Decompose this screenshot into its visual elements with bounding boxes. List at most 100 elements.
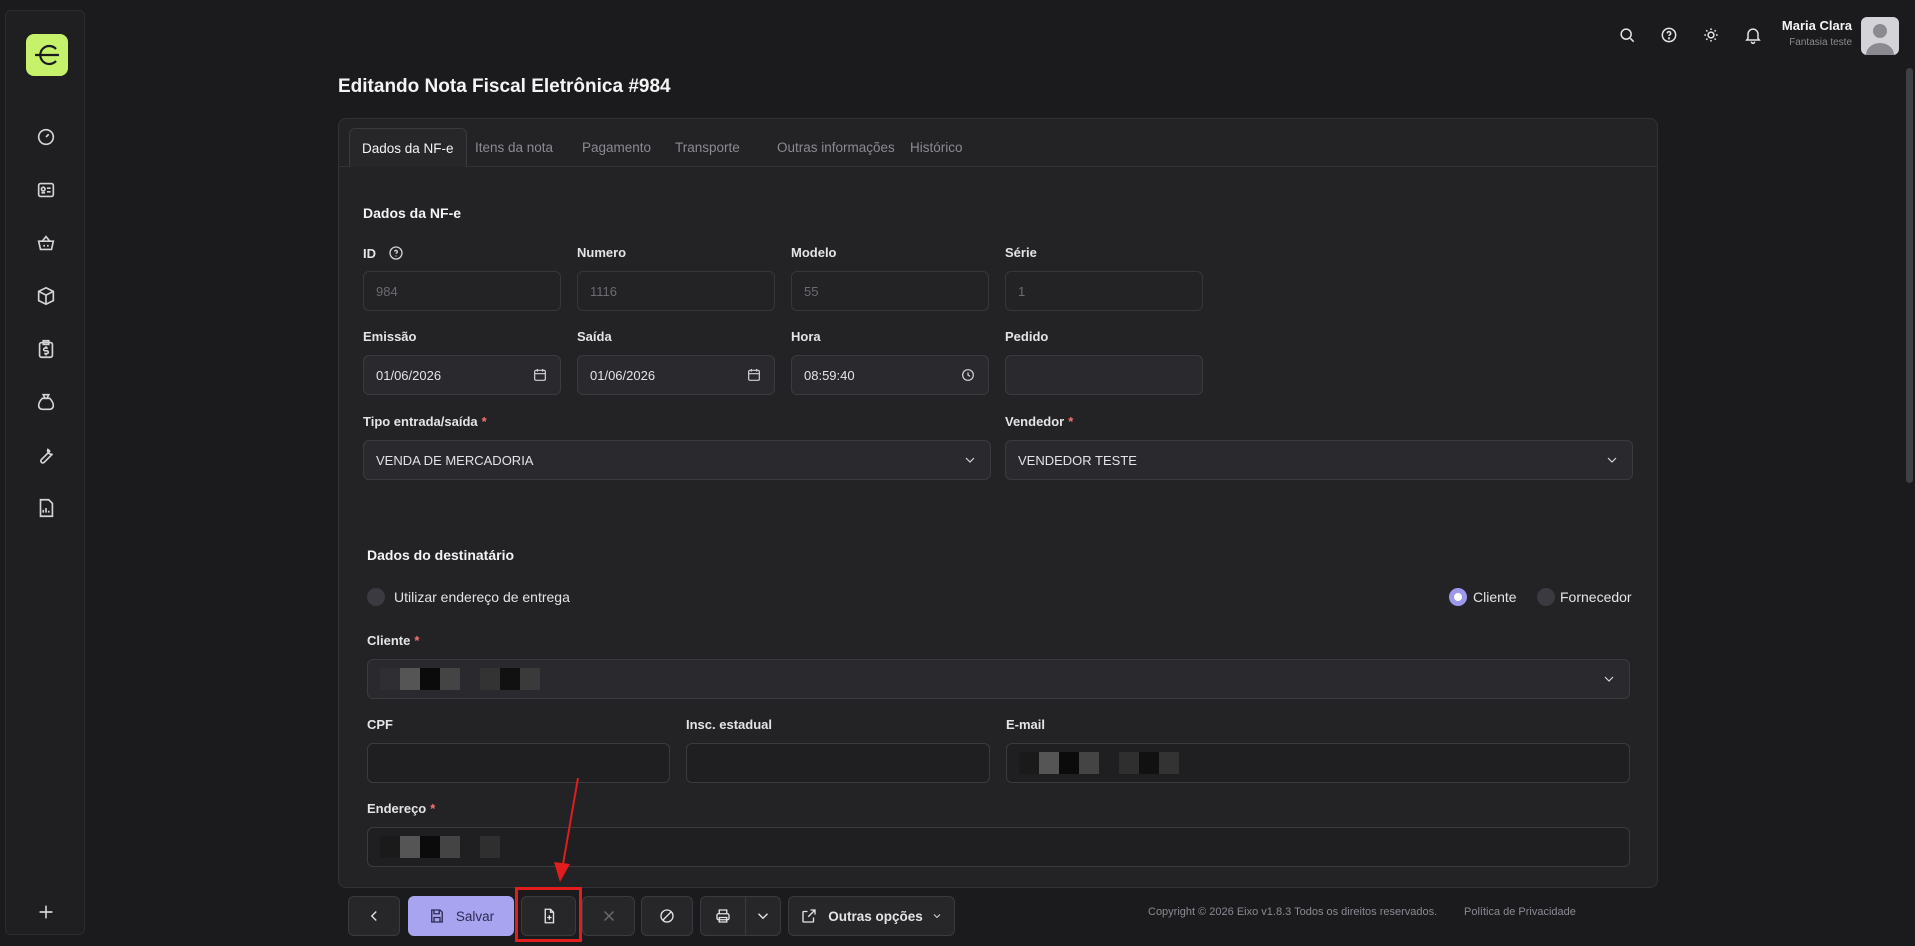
inscricao-estadual-field[interactable] <box>686 743 990 783</box>
tab-transporte[interactable]: Transporte <box>663 128 752 167</box>
save-label: Salvar <box>455 908 495 924</box>
basket-icon[interactable] <box>33 230 59 256</box>
dashboard-icon[interactable] <box>33 124 59 150</box>
block-button[interactable] <box>641 896 693 936</box>
money-bag-icon[interactable] <box>33 389 59 415</box>
cliente-label: Cliente * <box>367 633 419 648</box>
calendar-icon[interactable] <box>746 367 762 383</box>
chevron-down-icon <box>1601 671 1617 687</box>
emissao-date-field[interactable]: 01/06/2026 <box>363 355 561 395</box>
ban-icon <box>660 909 674 923</box>
cancel-button[interactable] <box>582 896 635 936</box>
redacted-endereco <box>380 836 500 858</box>
box-icon[interactable] <box>33 283 59 309</box>
nfe-form-card: Dados da NF-e Itens da nota Pagamento Tr… <box>338 118 1658 888</box>
cpf-field[interactable] <box>367 743 670 783</box>
ie-label: Insc. estadual <box>686 717 772 732</box>
pedido-label: Pedido <box>1005 329 1049 344</box>
tab-historico[interactable]: Histórico <box>898 128 975 167</box>
saida-date-field[interactable]: 01/06/2026 <box>577 355 775 395</box>
logo[interactable] <box>26 34 68 76</box>
radio-fornecedor[interactable] <box>1537 588 1555 606</box>
print-dropdown-toggle[interactable] <box>746 897 780 935</box>
tab-pagamento[interactable]: Pagamento <box>570 128 663 167</box>
wrench-icon[interactable] <box>33 442 59 468</box>
modelo-label: Modelo <box>791 245 837 260</box>
save-icon <box>430 909 443 923</box>
close-icon <box>603 911 614 921</box>
chevron-down-icon <box>1604 452 1620 468</box>
serie-label: Série <box>1005 245 1037 260</box>
emissao-label: Emissão <box>363 329 417 344</box>
radio-cliente[interactable] <box>1449 588 1467 606</box>
saida-label: Saída <box>577 329 612 344</box>
use-delivery-address-label: Utilizar endereço de entrega <box>394 589 570 605</box>
endereco-label: Endereço * <box>367 801 435 816</box>
emissao-value: 01/06/2026 <box>376 367 442 383</box>
scrollbar[interactable] <box>1906 68 1913 483</box>
save-button[interactable]: Salvar <box>408 896 514 936</box>
plus-icon[interactable] <box>33 899 59 925</box>
help-icon[interactable] <box>1656 22 1682 48</box>
redacted-email <box>1019 752 1179 774</box>
sun-icon[interactable] <box>1698 22 1724 48</box>
numero-field[interactable]: 1116 <box>577 271 775 311</box>
external-link-icon <box>802 909 816 923</box>
report-icon[interactable] <box>33 495 59 521</box>
use-delivery-address-checkbox[interactable] <box>367 588 385 606</box>
privacy-policy-link[interactable]: Política de Privacidade <box>1464 906 1576 918</box>
pedido-field[interactable] <box>1005 355 1203 395</box>
info-help-icon[interactable] <box>388 245 404 261</box>
serie-field[interactable]: 1 <box>1005 271 1203 311</box>
hora-time-field[interactable]: 08:59:40 <box>791 355 989 395</box>
tipo-value: VENDA DE MERCADORIA <box>376 452 534 468</box>
email-label: E-mail <box>1006 717 1046 732</box>
required-marker: * <box>414 633 420 648</box>
avatar[interactable] <box>1861 17 1899 55</box>
vendedor-select[interactable]: VENDEDOR TESTE <box>1005 440 1633 480</box>
required-marker: * <box>481 414 487 429</box>
page-title: Editando Nota Fiscal Eletrônica #984 <box>338 76 671 97</box>
back-button[interactable] <box>348 896 400 936</box>
tipo-label-text: Tipo entrada/saída <box>363 414 478 429</box>
vendedor-label: Vendedor * <box>1005 414 1073 429</box>
other-options-label: Outras opções <box>828 908 923 924</box>
bell-icon[interactable] <box>1740 22 1766 48</box>
email-field[interactable] <box>1006 743 1630 783</box>
vendedor-label-text: Vendedor <box>1005 414 1065 429</box>
calendar-icon[interactable] <box>532 367 548 383</box>
chevron-down-icon <box>933 914 941 919</box>
clipboard-dollar-icon[interactable] <box>33 336 59 362</box>
chevron-down-icon <box>758 913 769 920</box>
contact-card-icon[interactable] <box>33 177 59 203</box>
user-name: Maria Clara <box>1781 18 1852 33</box>
tab-outras-informacoes[interactable]: Outras informações <box>765 128 907 167</box>
section-title-destinatario: Dados do destinatário <box>367 547 515 563</box>
tipo-select[interactable]: VENDA DE MERCADORIA <box>363 440 991 480</box>
hora-value: 08:59:40 <box>804 367 855 383</box>
id-label-text: ID <box>363 246 376 261</box>
radio-fornecedor-label: Fornecedor <box>1560 589 1632 605</box>
highlight-annotation <box>515 887 582 942</box>
numero-label: Numero <box>577 245 627 260</box>
modelo-field[interactable]: 55 <box>791 271 989 311</box>
id-field[interactable]: 984 <box>363 271 561 311</box>
search-icon[interactable] <box>1614 22 1640 48</box>
tipo-label: Tipo entrada/saída * <box>363 414 487 429</box>
tab-bar: Dados da NF-e Itens da nota Pagamento Tr… <box>339 119 1657 167</box>
cliente-select[interactable] <box>367 659 1630 699</box>
eixo-logo-icon <box>35 44 59 66</box>
saida-value: 01/06/2026 <box>590 367 656 383</box>
cliente-label-text: Cliente <box>367 633 411 648</box>
endereco-label-text: Endereço <box>367 801 427 816</box>
hora-label: Hora <box>791 329 821 344</box>
clock-icon[interactable] <box>960 367 976 383</box>
other-options-button[interactable]: Outras opções <box>788 896 955 936</box>
tab-itens-nota[interactable]: Itens da nota <box>463 128 565 167</box>
required-marker: * <box>430 801 436 816</box>
print-button[interactable] <box>701 897 747 935</box>
chevron-down-icon <box>962 452 978 468</box>
tab-dados-nfe[interactable]: Dados da NF-e <box>349 128 467 167</box>
radio-cliente-label: Cliente <box>1473 589 1517 605</box>
user-subtitle: Fantasia teste <box>1789 37 1852 48</box>
